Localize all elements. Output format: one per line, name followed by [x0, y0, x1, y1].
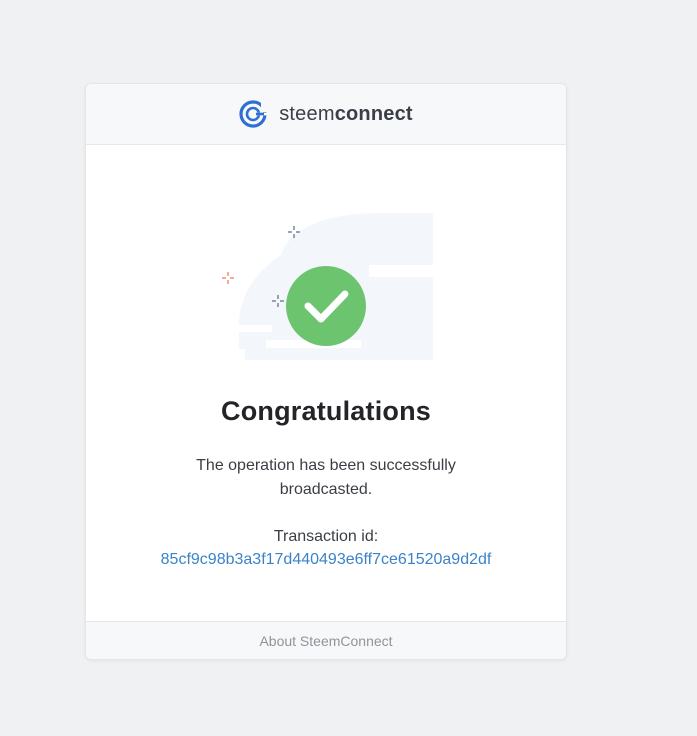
brand[interactable]: steemconnect: [239, 100, 413, 128]
stripe-left-3: [237, 349, 245, 363]
card-body: Congratulations The operation has been s…: [86, 145, 566, 621]
page-title: Congratulations: [221, 396, 431, 426]
brand-name: steemconnect: [279, 103, 413, 126]
about-link[interactable]: About SteemConnect: [259, 633, 392, 649]
stripe-right: [369, 265, 433, 277]
success-message: The operation has been successfully broa…: [196, 457, 456, 498]
success-illustration-graphic: [222, 213, 433, 363]
transaction-id-link[interactable]: 85cf9c98b3a3f17d440493e6ff7ce61520a9d2df: [86, 548, 566, 572]
brand-name-bold: connect: [334, 102, 413, 125]
transaction-id-label: Transaction id:: [273, 528, 379, 545]
stripe-left-1: [237, 325, 272, 332]
steemconnect-logo-icon: [239, 100, 268, 128]
success-illustration: [221, 205, 436, 365]
sparkle-icon: [222, 272, 234, 284]
success-checkmark-icon: [286, 266, 366, 346]
card-footer: About SteemConnect: [86, 621, 566, 659]
brand-name-light: steem: [279, 102, 335, 125]
card-header: steemconnect: [86, 84, 566, 145]
success-card: steemconnect Congratulations The operati…: [85, 83, 567, 660]
